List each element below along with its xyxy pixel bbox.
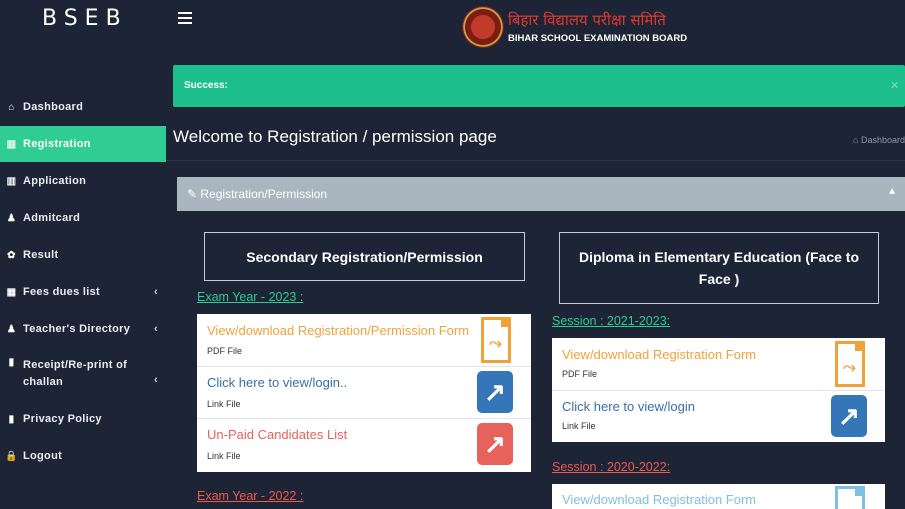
- row-subtitle: Link File: [562, 421, 596, 431]
- success-alert: Success: ×: [173, 65, 905, 107]
- row-title[interactable]: Click here to view/login..: [207, 375, 347, 390]
- row-title[interactable]: View/download Registration Form: [562, 492, 756, 507]
- external-link-icon[interactable]: ↗: [831, 395, 867, 437]
- panel-title-label: Registration/Permission: [200, 187, 328, 201]
- external-link-icon[interactable]: ↗: [477, 371, 513, 413]
- breadcrumb-dashboard[interactable]: Dashboard: [861, 135, 905, 145]
- brand-hindi-name: बिहार विद्यालय परीक्षा समिति: [508, 11, 666, 29]
- bar-chart-icon: ▥: [6, 138, 17, 150]
- panel-title: ✎ Registration/Permission: [187, 187, 327, 201]
- sidebar-item-label: Dashboard: [23, 101, 84, 113]
- exam-year-2022: Exam Year - 2022 :: [197, 489, 304, 503]
- sidebar-item-privacy-policy[interactable]: ▮ Privacy Policy: [0, 410, 166, 428]
- board-brand: बिहार विद्यालय परीक्षा समिति BIHAR SCHOO…: [462, 6, 687, 48]
- sidebar-item-label: Privacy Policy: [23, 413, 102, 425]
- sidebar-item-dashboard[interactable]: ⌂ Dashboard: [0, 98, 166, 116]
- pdf-icon[interactable]: [835, 486, 865, 509]
- list-item[interactable]: Un-Paid Candidates List Link File ↗: [197, 419, 531, 472]
- row-title[interactable]: View/download Registration/Permission Fo…: [207, 323, 469, 338]
- row-subtitle: PDF File: [207, 346, 243, 356]
- grid-icon: ▦: [6, 286, 17, 298]
- session-2020-2022: Session : 2020-2022:: [552, 460, 671, 474]
- lock-icon: 🔒: [5, 450, 18, 462]
- sidebar-item-logout[interactable]: 🔒 Logout: [0, 447, 166, 465]
- sidebar-item-label: Result: [23, 249, 59, 261]
- sidebar-item-label: Admitcard: [23, 212, 81, 224]
- exam-year-2023: Exam Year - 2023 :: [197, 290, 304, 304]
- sidebar-item-label: Fees dues list: [23, 286, 100, 298]
- row-title[interactable]: View/download Registration Form: [562, 347, 756, 362]
- top-bar: BSEB बिहार विद्यालय परीक्षा समिति BIHAR …: [0, 0, 905, 62]
- alert-text: Success:: [184, 80, 228, 91]
- sidebar: ⌂ Dashboard ▥ Registration ▥ Application…: [0, 62, 166, 509]
- wrench-icon: ✎: [187, 187, 201, 201]
- panel-header[interactable]: ✎ Registration/Permission ▲: [177, 177, 905, 211]
- divider: [166, 160, 905, 161]
- sidebar-item-label: Application: [23, 175, 87, 187]
- sidebar-item-label: Logout: [23, 450, 63, 462]
- sidebar-item-teachers-directory[interactable]: ♟ Teacher's Directory ‹: [0, 320, 166, 338]
- page-title: Welcome to Registration / permission pag…: [173, 127, 497, 146]
- users-icon: ♟: [6, 323, 17, 335]
- list-item[interactable]: View/download Registration/Permission Fo…: [197, 314, 531, 367]
- registration-panel: ✎ Registration/Permission ▲ Secondary Re…: [177, 177, 905, 509]
- row-subtitle: Link File: [207, 451, 241, 461]
- row-subtitle: PDF File: [562, 369, 598, 379]
- list-item[interactable]: View/download Registration Form PDF File…: [552, 338, 885, 391]
- session-2021-2023: Session : 2021-2023:: [552, 314, 671, 328]
- paw-icon: ✿: [7, 249, 16, 261]
- pdf-icon[interactable]: ⤳: [835, 341, 865, 387]
- bar-chart-icon: ▥: [6, 175, 17, 187]
- chevron-left-icon: ‹: [154, 374, 158, 386]
- sidebar-item-label: Registration: [23, 138, 91, 150]
- sidebar-item-registration[interactable]: ▥ Registration: [0, 126, 166, 162]
- secondary-heading: Secondary Registration/Permission: [204, 232, 525, 281]
- users-icon: ♟: [6, 212, 17, 224]
- list-item[interactable]: Click here to view/login Link File ↗: [552, 391, 885, 442]
- sidebar-item-label: Teacher's Directory: [23, 323, 131, 335]
- board-emblem-icon: [462, 6, 504, 48]
- external-link-icon[interactable]: ↗: [477, 423, 513, 465]
- pdf-icon[interactable]: ⤳: [481, 317, 511, 363]
- book-icon: ▮: [8, 413, 15, 425]
- list-item[interactable]: Click here to view/login.. Link File ↗: [197, 367, 531, 419]
- row-title[interactable]: Click here to view/login: [562, 399, 695, 414]
- chevron-left-icon: ‹: [154, 286, 158, 298]
- sidebar-item-fees-dues-list[interactable]: ▦ Fees dues list ‹: [0, 283, 166, 301]
- home-icon: ⌂: [8, 101, 15, 113]
- diploma-card-2020: View/download Registration Form: [552, 484, 885, 509]
- diploma-heading: Diploma in Elementary Education (Face to…: [559, 232, 879, 304]
- home-icon: ⌂: [853, 135, 861, 145]
- chevron-left-icon: ‹: [154, 323, 158, 335]
- close-icon[interactable]: ×: [890, 77, 899, 94]
- secondary-card: View/download Registration/Permission Fo…: [197, 314, 531, 472]
- collapse-icon[interactable]: ▲: [887, 186, 897, 197]
- sidebar-item-application[interactable]: ▥ Application: [0, 172, 166, 190]
- brand-english-name: BIHAR SCHOOL EXAMINATION BOARD: [508, 33, 688, 44]
- list-item[interactable]: View/download Registration Form: [552, 484, 885, 509]
- sidebar-item-label: Receipt/Re-print of challan: [23, 359, 128, 388]
- diploma-card: View/download Registration Form PDF File…: [552, 338, 885, 442]
- sidebar-item-admitcard[interactable]: ♟ Admitcard: [0, 209, 166, 227]
- breadcrumb[interactable]: ⌂ Dashboard: [853, 135, 905, 145]
- row-title[interactable]: Un-Paid Candidates List: [207, 427, 347, 442]
- row-subtitle: Link File: [207, 399, 241, 409]
- sidebar-item-receipt-reprint[interactable]: ▮ Receipt/Re-print of challan ‹: [0, 357, 166, 391]
- bseb-logo[interactable]: BSEB: [42, 6, 128, 31]
- hamburger-menu-icon[interactable]: [178, 12, 192, 24]
- sidebar-item-result[interactable]: ✿ Result: [0, 246, 166, 264]
- book-icon: ▮: [8, 357, 15, 368]
